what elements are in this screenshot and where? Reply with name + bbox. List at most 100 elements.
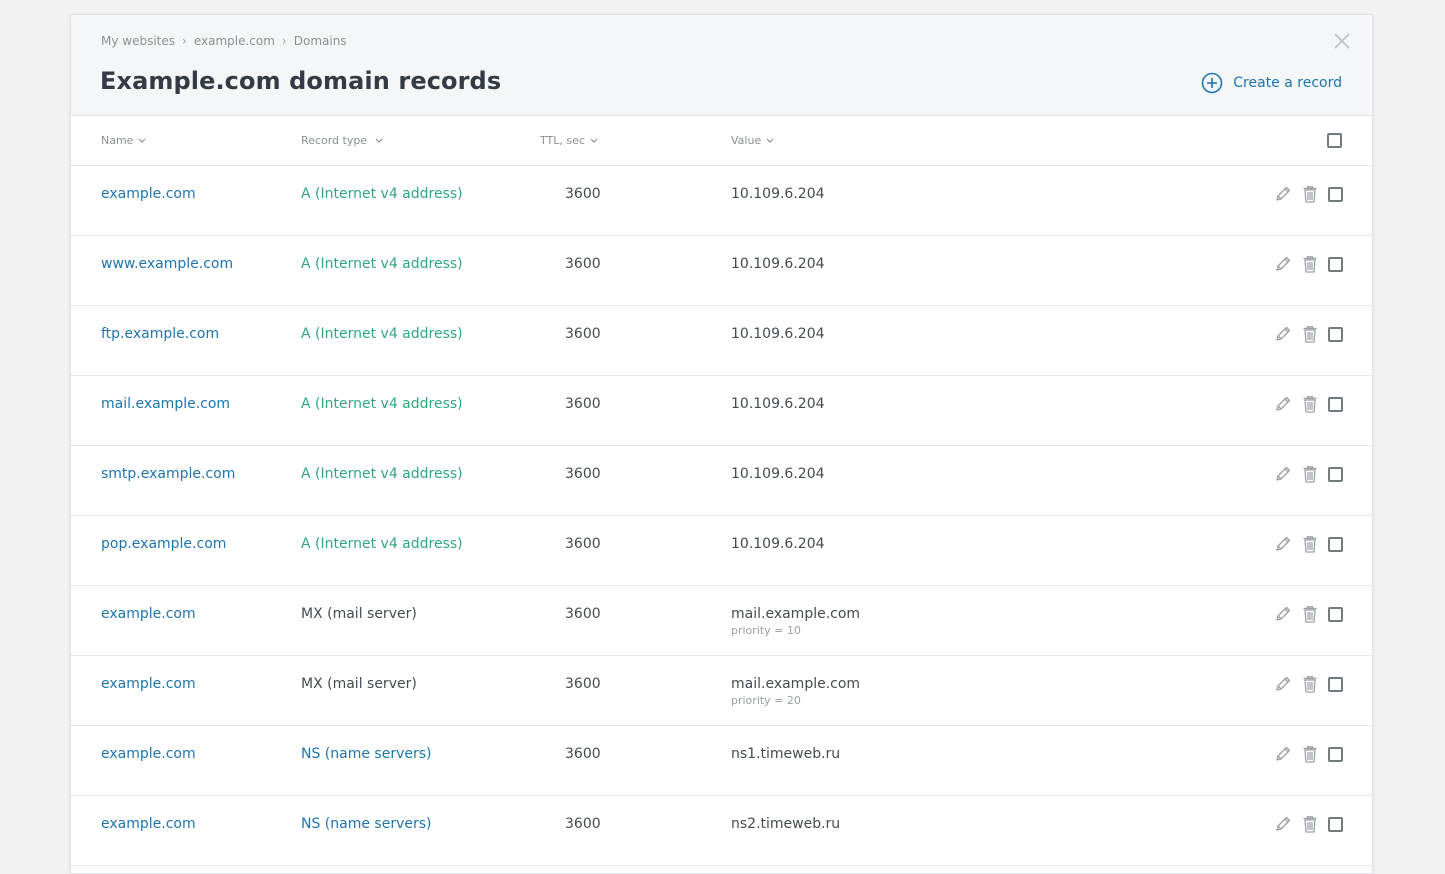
row-select-checkbox[interactable] [1328, 326, 1343, 342]
trash-icon[interactable] [1301, 395, 1319, 413]
record-value-text: 10.109.6.204 [731, 536, 825, 552]
row-actions [1265, 815, 1343, 833]
record-value: 10.109.6.204 [731, 465, 825, 483]
breadcrumb-my-websites[interactable]: My websites [101, 34, 175, 48]
row-select-checkbox[interactable] [1328, 256, 1343, 272]
table-row: smtp.example.com A (Internet v4 address)… [71, 446, 1372, 516]
row-select-checkbox[interactable] [1328, 746, 1343, 762]
row-select-checkbox[interactable] [1328, 606, 1343, 622]
record-value-text: 10.109.6.204 [731, 186, 825, 202]
row-select-checkbox[interactable] [1328, 396, 1343, 412]
record-type: A (Internet v4 address) [301, 466, 463, 482]
record-name[interactable]: example.com [101, 605, 196, 623]
record-type: MX (mail server) [301, 606, 417, 622]
pencil-icon[interactable] [1274, 255, 1292, 273]
record-ttl: 3600 [565, 396, 601, 412]
sort-by-name[interactable]: Name [101, 134, 146, 147]
trash-icon[interactable] [1301, 675, 1319, 693]
row-select-checkbox[interactable] [1328, 816, 1343, 832]
record-value: 10.109.6.204 [731, 255, 825, 273]
trash-icon[interactable] [1301, 535, 1319, 553]
record-ttl: 3600 [565, 816, 601, 832]
record-ttl: 3600 [565, 326, 601, 342]
chevron-down-icon [766, 138, 774, 143]
record-type: A (Internet v4 address) [301, 186, 463, 202]
record-value-text: 10.109.6.204 [731, 256, 825, 272]
record-name[interactable]: mail.example.com [101, 395, 230, 413]
table-header: Name Record type TTL, sec Value [71, 116, 1372, 166]
sort-by-ttl[interactable]: TTL, sec [540, 134, 598, 147]
records-table: Name Record type TTL, sec Value example.… [71, 116, 1372, 866]
trash-icon[interactable] [1301, 815, 1319, 833]
column-ttl-label: TTL, sec [540, 134, 585, 147]
record-type: A (Internet v4 address) [301, 256, 463, 272]
row-select-checkbox[interactable] [1328, 186, 1343, 202]
pencil-icon[interactable] [1274, 605, 1292, 623]
table-row: example.com MX (mail server) 3600 mail.e… [71, 586, 1372, 656]
row-actions [1265, 535, 1343, 553]
row-select-checkbox[interactable] [1328, 676, 1343, 692]
chevron-down-icon [590, 138, 598, 143]
record-name[interactable]: pop.example.com [101, 535, 226, 553]
row-select-checkbox[interactable] [1328, 466, 1343, 482]
record-priority: priority = 10 [731, 624, 801, 637]
record-name[interactable]: example.com [101, 745, 196, 763]
sort-by-value[interactable]: Value [731, 134, 774, 147]
breadcrumb-example-com[interactable]: example.com [194, 34, 275, 48]
chevron-right-icon: › [281, 34, 287, 48]
record-ttl: 3600 [565, 676, 601, 692]
record-value: ns2.timeweb.ru [731, 815, 840, 833]
pencil-icon[interactable] [1274, 675, 1292, 693]
record-ttl: 3600 [565, 536, 601, 552]
table-body: example.com A (Internet v4 address) 3600… [71, 166, 1372, 866]
record-name[interactable]: example.com [101, 675, 196, 693]
record-ttl: 3600 [565, 186, 601, 202]
record-type: MX (mail server) [301, 676, 417, 692]
table-row: example.com NS (name servers) 3600 ns1.t… [71, 726, 1372, 796]
pencil-icon[interactable] [1274, 815, 1292, 833]
record-name[interactable]: smtp.example.com [101, 465, 235, 483]
pencil-icon[interactable] [1274, 535, 1292, 553]
pencil-icon[interactable] [1274, 745, 1292, 763]
pencil-icon[interactable] [1274, 465, 1292, 483]
trash-icon[interactable] [1301, 325, 1319, 343]
column-value-label: Value [731, 134, 762, 147]
row-select-checkbox[interactable] [1328, 536, 1343, 552]
record-name[interactable]: ftp.example.com [101, 325, 219, 343]
record-type: A (Internet v4 address) [301, 326, 463, 342]
record-value-text: mail.example.com [731, 676, 861, 692]
column-name-label: Name [101, 134, 134, 147]
breadcrumb: My websites › example.com › Domains [101, 33, 347, 49]
row-actions [1265, 465, 1343, 483]
trash-icon[interactable] [1301, 465, 1319, 483]
trash-icon[interactable] [1301, 745, 1319, 763]
record-value: ns1.timeweb.ru [731, 745, 840, 763]
trash-icon[interactable] [1301, 255, 1319, 273]
pencil-icon[interactable] [1274, 325, 1292, 343]
row-actions [1265, 605, 1343, 623]
pencil-icon[interactable] [1274, 395, 1292, 413]
table-row: pop.example.com A (Internet v4 address) … [71, 516, 1372, 586]
record-priority: priority = 20 [731, 694, 801, 707]
page-title: Example.com domain records [100, 67, 502, 95]
close-icon[interactable] [1333, 32, 1351, 50]
record-value: 10.109.6.204 [731, 535, 825, 553]
trash-icon[interactable] [1301, 185, 1319, 203]
trash-icon[interactable] [1301, 605, 1319, 623]
plus-circle-icon [1201, 72, 1223, 94]
row-actions [1265, 185, 1343, 203]
record-value: 10.109.6.204 [731, 185, 825, 203]
record-name[interactable]: example.com [101, 815, 196, 833]
select-all-checkbox[interactable] [1327, 133, 1342, 148]
pencil-icon[interactable] [1274, 185, 1292, 203]
panel-header: My websites › example.com › Domains Exam… [71, 15, 1372, 116]
record-value-text: 10.109.6.204 [731, 326, 825, 342]
create-record-button[interactable]: Create a record [1201, 72, 1342, 94]
record-ttl: 3600 [565, 466, 601, 482]
record-type: A (Internet v4 address) [301, 536, 463, 552]
create-record-label: Create a record [1233, 75, 1342, 91]
sort-by-record-type[interactable]: Record type [301, 134, 383, 147]
record-name[interactable]: example.com [101, 185, 196, 203]
record-name[interactable]: www.example.com [101, 255, 233, 273]
breadcrumb-domains: Domains [293, 34, 347, 48]
